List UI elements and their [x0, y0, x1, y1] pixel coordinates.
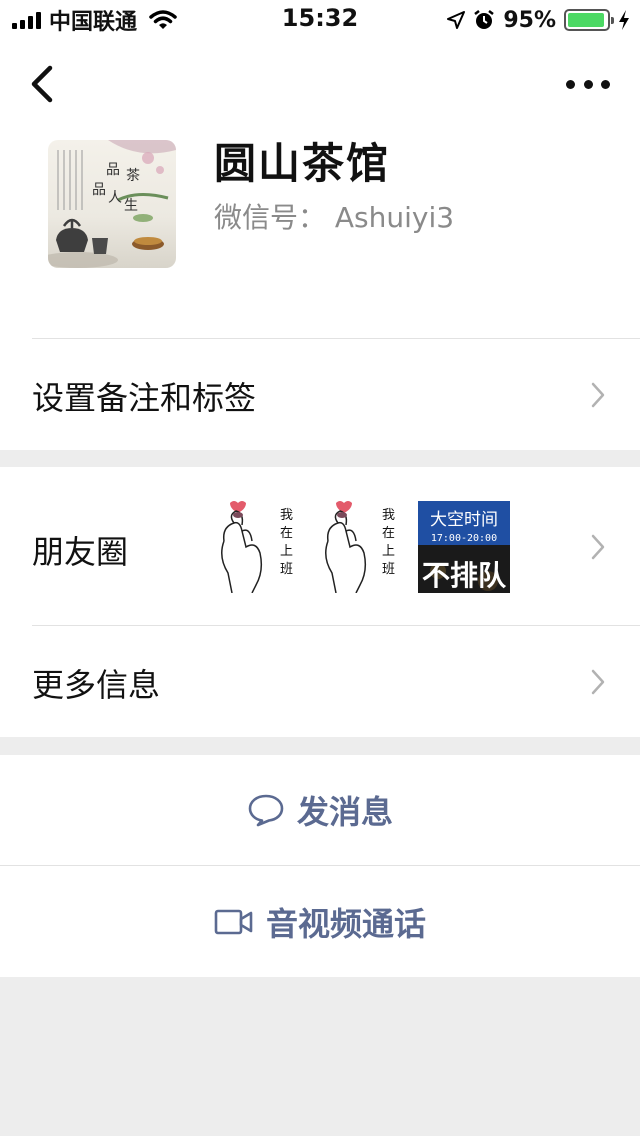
moments-label: 朋友圈	[32, 533, 129, 571]
video-camera-icon	[214, 909, 253, 934]
status-right: 95%	[447, 6, 630, 34]
send-message-button[interactable]: 发消息	[0, 755, 640, 865]
thumb2-char-1: 我	[382, 508, 395, 523]
video-call-button[interactable]: 音视频通话	[0, 866, 640, 977]
wechat-id: 微信号： Ashuiyi3	[214, 201, 455, 234]
more-options-button[interactable]	[566, 74, 610, 94]
no-queue-poster-image: 大空时间 17:00-20:00 不排队	[418, 501, 510, 593]
avatar-char-3: 品	[92, 182, 106, 198]
more-info-row[interactable]: 更多信息	[0, 626, 640, 737]
thumb2-char-4: 班	[382, 562, 395, 577]
location-arrow-icon	[447, 11, 466, 29]
profile-name: 圆山茶馆	[214, 139, 391, 188]
chat-bubble-icon	[248, 794, 284, 827]
battery-percent: 95%	[503, 7, 556, 33]
moments-row[interactable]: 朋友圈 我 在 上 班 我 在 上 班 大空时间 17:00-20:00 不排队	[0, 467, 640, 626]
avatar-char-5: 生	[124, 198, 138, 214]
chevron-right-icon	[591, 382, 605, 408]
thumb2-char-2: 在	[382, 526, 395, 541]
more-info-label: 更多信息	[32, 666, 161, 704]
chevron-right-icon	[591, 534, 605, 560]
avatar-char-2: 茶	[126, 168, 140, 184]
moments-thumb-2: 我 在 上 班	[318, 501, 410, 593]
back-button[interactable]	[26, 62, 62, 106]
poster-subtitle: 17:00-20:00	[431, 533, 497, 544]
battery-icon	[564, 9, 614, 31]
status-bar: 中国联通 15:32 95%	[0, 0, 640, 40]
thumb1-char-4: 班	[280, 562, 293, 577]
avatar-char-4: 人	[108, 190, 122, 206]
video-call-label: 音视频通话	[265, 904, 426, 943]
set-remarks-row[interactable]: 设置备注和标签	[0, 339, 640, 450]
chevron-right-icon	[591, 669, 605, 695]
avatar-image: 品 茶 品 人 生	[48, 140, 176, 268]
divider	[0, 865, 640, 866]
moments-thumb-3: 大空时间 17:00-20:00 不排队	[418, 501, 510, 593]
heart-hand-image: 我 在 上 班	[221, 501, 293, 593]
thumb1-char-2: 在	[280, 526, 293, 541]
battery-fill	[568, 13, 605, 27]
set-remarks-label: 设置备注和标签	[32, 379, 257, 417]
profile-header: 品 茶 品 人 生 圆山茶馆 微信号： Ashuiyi3 设置备注和标签	[0, 40, 640, 450]
thumb1-char-1: 我	[280, 508, 293, 523]
poster-title: 大空时间	[430, 510, 498, 530]
avatar[interactable]: 品 茶 品 人 生	[48, 140, 176, 268]
avatar-char-1: 品	[106, 162, 120, 178]
heart-hand-image: 我 在 上 班	[325, 501, 395, 593]
charging-bolt-icon	[619, 10, 629, 30]
send-message-label: 发消息	[296, 793, 393, 831]
alarm-icon	[474, 10, 495, 29]
moments-thumb-1: 我 在 上 班	[216, 501, 308, 593]
divider	[32, 625, 640, 626]
thumb1-char-3: 上	[280, 544, 293, 559]
poster-big-text: 不排队	[422, 559, 507, 592]
thumb2-char-3: 上	[382, 544, 395, 559]
